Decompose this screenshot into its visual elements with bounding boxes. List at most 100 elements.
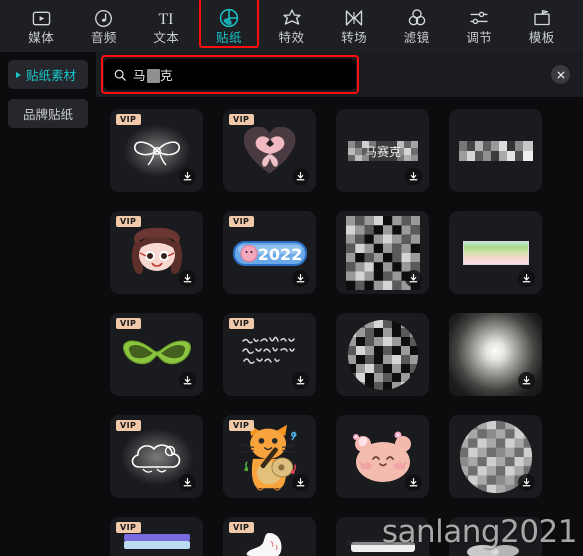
toolbar-item-template[interactable]: 模板 [511,1,574,51]
download-button[interactable] [518,270,535,287]
search-icon [114,69,126,81]
transition-bowtie-icon [344,7,364,29]
download-button[interactable] [292,474,309,491]
sticker-card[interactable]: VIP [223,415,316,498]
toolbar-item-effects[interactable]: 特效 [260,1,323,51]
download-button[interactable] [292,372,309,389]
download-icon [183,478,192,487]
search-input[interactable]: 马赛克 [101,55,359,94]
sticker-card[interactable]: VIP [110,415,203,498]
sticker-card[interactable]: VIP [223,517,316,556]
vip-badge: VIP [116,114,142,125]
vip-badge: VIP [229,420,255,431]
sticker-card[interactable]: VIP [223,109,316,192]
toolbar-item-text[interactable]: TI 文本 [135,1,198,51]
sticker-card[interactable]: 马赛克 [336,109,429,192]
toolbar-item-label: 模板 [528,31,555,46]
sticker-card[interactable]: VIP [110,517,203,556]
search-bar-row: 马赛克 [96,52,583,97]
toolbar-item-label: 调节 [466,31,493,46]
toolbar-item-label: 音频 [90,31,117,46]
sticker-card[interactable] [336,313,429,396]
download-button[interactable] [292,168,309,185]
svg-text:TI: TI [159,11,174,28]
template-folder-icon [532,7,552,29]
sticker-panel: 媒体 音频 TI 文本 贴纸 特效 转场 滤镜 调节 模板 贴纸素材 品牌贴纸 … [0,0,583,556]
sidebar-item-sticker-assets[interactable]: 贴纸素材 [8,60,88,89]
adjust-sliders-icon [469,7,489,29]
download-icon [183,274,192,283]
sticker-card[interactable]: VIP [110,313,203,396]
sticker-card[interactable]: VIP [110,109,203,192]
sticker-card[interactable] [336,517,429,556]
download-icon [296,376,305,385]
text-ti-icon: TI [153,7,179,29]
sticker-card[interactable] [449,211,542,294]
download-icon [522,478,531,487]
svg-text:2022: 2022 [257,245,302,264]
search-input-value: 马赛克 [133,69,174,83]
vip-badge: VIP [116,522,142,533]
sticker-thumbnail [449,109,542,192]
sticker-card[interactable]: VIP [223,313,316,396]
download-button[interactable] [179,168,196,185]
toolbar-item-label: 贴纸 [215,31,242,46]
toolbar-item-filter[interactable]: 滤镜 [385,1,448,51]
sticker-card[interactable] [449,415,542,498]
media-play-icon [32,7,51,29]
toolbar-item-label: 文本 [153,31,180,46]
download-button[interactable] [405,474,422,491]
sidebar: 贴纸素材 品牌贴纸 [0,52,96,556]
download-button[interactable] [179,270,196,287]
vip-badge: VIP [116,420,142,431]
vip-badge: VIP [229,522,255,533]
filter-circles-icon [407,7,427,29]
sidebar-item-brand-stickers[interactable]: 品牌贴纸 [8,99,88,128]
sticker-card[interactable] [336,211,429,294]
sticker-grid[interactable]: VIP VIP 马赛克 VIP 2022 VIP VIP VIP VIP VIP… [96,97,583,556]
download-icon [409,274,418,283]
download-icon [409,478,418,487]
clear-search-button[interactable] [551,65,570,84]
sidebar-item-label: 贴纸素材 [26,69,77,83]
toolbar-item-label: 媒体 [28,31,55,46]
sticker-card[interactable] [449,517,542,556]
svg-text:马赛克: 马赛克 [364,144,400,159]
download-icon [409,172,418,181]
sticker-thumbnail [336,517,429,556]
toolbar-item-adjust[interactable]: 调节 [448,1,511,51]
vip-badge: VIP [229,318,255,329]
vip-badge: VIP [116,216,142,227]
sticker-thumbnail [336,313,429,396]
vip-badge: VIP [229,114,255,125]
toolbar-item-media[interactable]: 媒体 [10,1,73,51]
download-button[interactable] [405,270,422,287]
download-button[interactable] [405,168,422,185]
toolbar-item-label: 转场 [341,31,368,46]
download-button[interactable] [518,372,535,389]
download-button[interactable] [179,372,196,389]
toolbar-item-label: 特效 [278,31,305,46]
sticker-card[interactable] [336,415,429,498]
sticker-thumbnail [449,517,542,556]
download-button[interactable] [518,474,535,491]
download-button[interactable] [179,474,196,491]
effects-star-icon [282,7,302,29]
top-toolbar: 媒体 音频 TI 文本 贴纸 特效 转场 滤镜 调节 模板 [0,0,583,52]
sticker-card[interactable]: 2022 VIP [223,211,316,294]
download-button[interactable] [292,270,309,287]
download-icon [296,274,305,283]
download-icon [183,172,192,181]
sticker-card[interactable] [449,109,542,192]
sticker-card[interactable] [449,313,542,396]
audio-note-icon [94,7,113,29]
toolbar-item-label: 滤镜 [403,31,430,46]
download-icon [522,376,531,385]
vip-badge: VIP [116,318,142,329]
toolbar-item-sticker[interactable]: 贴纸 [198,0,261,51]
sticker-card[interactable]: VIP [110,211,203,294]
toolbar-item-audio[interactable]: 音频 [73,1,136,51]
sidebar-item-label: 品牌贴纸 [22,108,73,122]
caret-right-icon [16,71,21,78]
toolbar-item-transition[interactable]: 转场 [323,1,386,51]
